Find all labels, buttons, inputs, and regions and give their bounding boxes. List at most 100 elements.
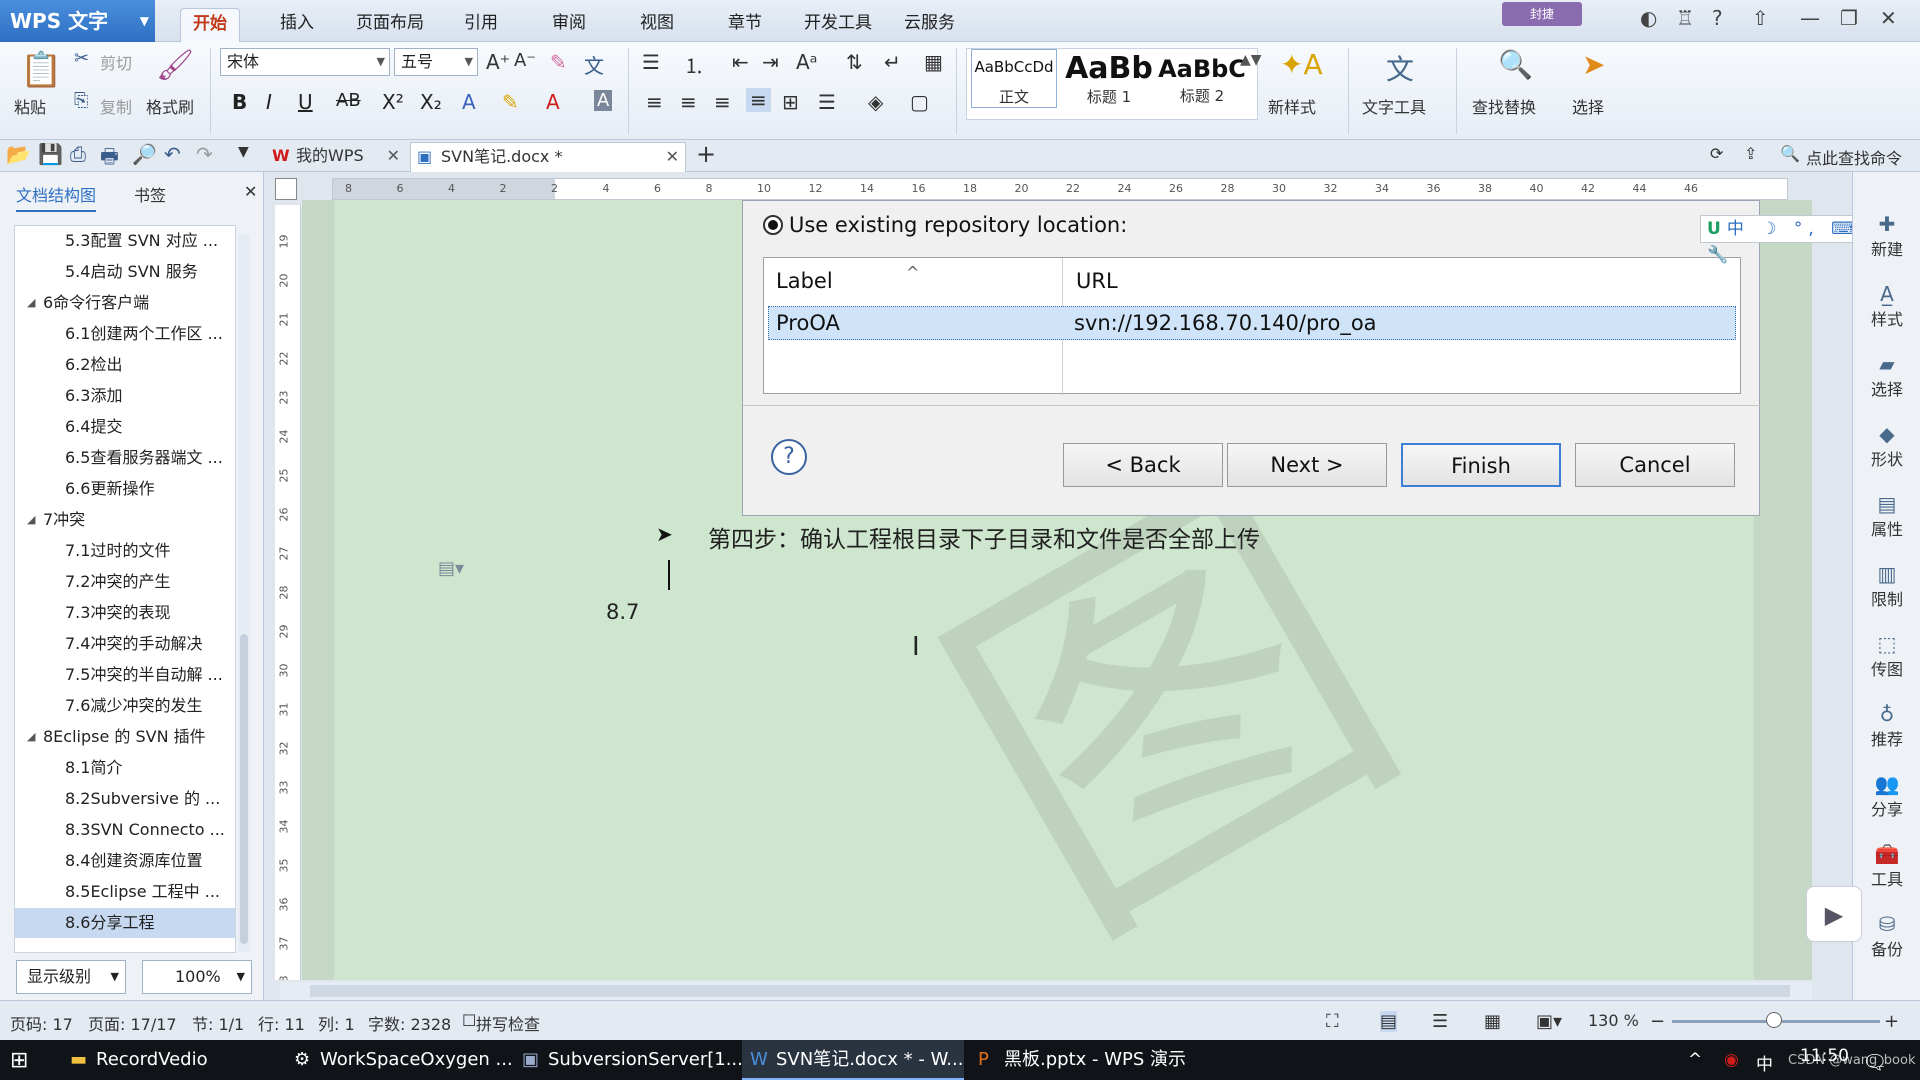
taskbar-item-wps-writer[interactable]: W SVN笔记.docx * - W... bbox=[742, 1040, 964, 1080]
close-icon[interactable]: ✕ bbox=[1880, 6, 1897, 30]
outline-item[interactable]: 7.5冲突的半自动解 ... bbox=[15, 660, 235, 690]
copy-icon[interactable]: ⎘ bbox=[74, 90, 88, 111]
restore-icon[interactable]: ❐ bbox=[1840, 6, 1858, 30]
char-shading-icon[interactable]: A bbox=[594, 90, 613, 111]
outline-item[interactable]: 7.3冲突的表现 bbox=[15, 598, 235, 628]
document-canvas[interactable]: 图 Use existing repository location: Labe… bbox=[302, 200, 1812, 980]
grow-font-icon[interactable]: A⁺ bbox=[486, 50, 510, 74]
reading-view-icon[interactable]: ▣▾ bbox=[1536, 1011, 1562, 1032]
outline-view-icon[interactable]: ☰ bbox=[1432, 1011, 1448, 1032]
taskbar-item-recordvedio[interactable]: ▬ RecordVedio bbox=[62, 1040, 280, 1080]
skin-icon[interactable]: ◐ bbox=[1640, 6, 1657, 30]
doc-tab-svn-notes[interactable]: ▣ SVN笔记.docx * ✕ bbox=[410, 142, 686, 172]
table-icon[interactable]: ▦ bbox=[924, 50, 943, 74]
customize-qa-icon[interactable]: ▼ bbox=[238, 144, 249, 160]
export-pdf-icon[interactable]: ⎙ bbox=[70, 142, 86, 166]
sidebar-properties[interactable]: ▤ 属性 bbox=[1853, 492, 1920, 540]
taskbar-item-subversion[interactable]: ▣ SubversionServer[1... bbox=[514, 1040, 743, 1080]
tab-home[interactable]: 开始 bbox=[180, 8, 240, 42]
borders-icon[interactable]: ▢ bbox=[910, 90, 929, 114]
copy-button[interactable]: 复制 bbox=[100, 94, 132, 118]
tab-chapter[interactable]: 章节 bbox=[716, 8, 774, 42]
shrink-font-icon[interactable]: A⁻ bbox=[514, 50, 536, 71]
distribute-icon[interactable]: ⊞ bbox=[782, 90, 799, 114]
zoom-out-icon[interactable]: − bbox=[1650, 1011, 1665, 1032]
close-icon[interactable]: ✕ bbox=[387, 142, 400, 170]
outline-item[interactable]: 6.6更新操作 bbox=[15, 474, 235, 504]
minimize-icon[interactable]: — bbox=[1800, 6, 1820, 30]
collapse-triangle-icon[interactable]: ◢ bbox=[27, 722, 35, 752]
gallery-scroll-icon[interactable]: ▲▼ bbox=[1240, 52, 1262, 68]
video-play-icon[interactable]: ▶ bbox=[1806, 886, 1862, 942]
tab-cloud[interactable]: 云服务 bbox=[892, 8, 967, 42]
font-size-select[interactable]: 五号 ▼ bbox=[394, 48, 478, 76]
find-replace-button[interactable]: 查找替换 bbox=[1472, 94, 1536, 118]
sync-icon[interactable]: ⟳ bbox=[1710, 144, 1723, 163]
fullscreen-icon[interactable]: ⛶ bbox=[1326, 1011, 1339, 1032]
align-left-icon[interactable]: ≡ bbox=[646, 90, 663, 114]
bold-icon[interactable]: B bbox=[232, 90, 247, 114]
open-folder-icon[interactable]: 📂 bbox=[6, 142, 31, 166]
help-icon[interactable]: ? bbox=[1712, 6, 1723, 30]
command-search-input[interactable]: 点此查找命令 bbox=[1806, 145, 1902, 169]
select-button[interactable]: 选择 bbox=[1572, 94, 1604, 118]
new-style-button[interactable]: 新样式 bbox=[1268, 94, 1316, 118]
tab-view[interactable]: 视图 bbox=[628, 8, 686, 42]
close-icon[interactable]: ✕ bbox=[244, 182, 257, 201]
spellcheck-toggle[interactable]: 拼写检查 bbox=[476, 1011, 540, 1035]
outline-item-selected[interactable]: 8.6分享工程 bbox=[15, 908, 235, 938]
text-tools-icon[interactable]: 文 bbox=[1386, 48, 1414, 88]
taskbar-item-eclipse[interactable]: ⚙ WorkSpaceOxygen ... bbox=[286, 1040, 513, 1080]
clear-format-icon[interactable]: ✎ bbox=[550, 50, 567, 74]
outline-item[interactable]: 8.3SVN Connecto ... bbox=[15, 815, 235, 845]
increase-indent-icon[interactable]: ⇥ bbox=[762, 50, 779, 74]
horizontal-ruler[interactable]: 8 6 4 2 2 4 6 8 10 12 14 16 18 20 22 24 26 28 30 32 34 36 38 40… bbox=[332, 178, 1788, 200]
page-view-icon[interactable]: ▤ bbox=[1380, 1011, 1398, 1032]
sidebar-backup[interactable]: ⛁ 备份 bbox=[1853, 912, 1920, 960]
undo-icon[interactable]: ↶ bbox=[164, 142, 181, 166]
text-tools-button[interactable]: 文字工具 bbox=[1362, 94, 1426, 118]
outline-item[interactable]: 6.1创建两个工作区 ... bbox=[15, 319, 235, 349]
cut-button[interactable]: 剪切 bbox=[100, 50, 132, 74]
style-heading-1[interactable]: AaBb 标题 1 bbox=[1063, 49, 1155, 107]
outline-scrollbar[interactable] bbox=[238, 234, 250, 952]
outline-item[interactable]: ◢ 6命令行客户端 bbox=[15, 288, 235, 318]
shirt-icon[interactable]: ♖ bbox=[1676, 6, 1694, 30]
collapse-triangle-icon[interactable]: ◢ bbox=[27, 288, 35, 318]
highlight-icon[interactable]: ✎ bbox=[502, 90, 519, 114]
numbered-list-icon[interactable]: ⒈ bbox=[684, 50, 704, 79]
spellcheck-checkbox-icon[interactable]: ☐ bbox=[462, 1011, 476, 1030]
sidebar-restrict[interactable]: ▥ 限制 bbox=[1853, 562, 1920, 610]
align-center-icon[interactable]: ≡ bbox=[680, 90, 697, 114]
tray-clock[interactable]: 11:50 bbox=[1800, 1046, 1849, 1066]
scissors-icon[interactable]: ✂ bbox=[74, 48, 89, 69]
new-tab-icon[interactable]: + bbox=[696, 140, 716, 168]
align-right-icon[interactable]: ≡ bbox=[714, 90, 731, 114]
font-family-select[interactable]: 宋体 ▼ bbox=[220, 48, 390, 76]
style-normal[interactable]: AaBbCcDd 正文 bbox=[971, 49, 1057, 108]
windows-start-icon[interactable]: ⊞ bbox=[10, 1048, 28, 1073]
outline-item[interactable]: 8.2Subversive 的 ... bbox=[15, 784, 235, 814]
outline-item[interactable]: 6.2检出 bbox=[15, 350, 235, 380]
outline-item[interactable]: ◢ 7冲突 bbox=[15, 505, 235, 535]
paragraph-handle-icon[interactable]: ▤▾ bbox=[438, 558, 464, 579]
outline-zoom-select[interactable]: 100% ▼ bbox=[142, 960, 252, 994]
document-page[interactable]: 图 Use existing repository location: Labe… bbox=[334, 200, 1761, 980]
outline-item[interactable]: 7.4冲突的手动解决 bbox=[15, 629, 235, 659]
display-level-select[interactable]: 显示级别 ▼ bbox=[16, 960, 126, 994]
phonetic-icon[interactable]: 文 bbox=[584, 50, 604, 79]
zoom-slider-thumb[interactable] bbox=[1766, 1012, 1782, 1028]
paragraph-number[interactable]: 8.7 bbox=[606, 600, 639, 624]
format-painter-button[interactable]: 格式刷 bbox=[146, 94, 194, 118]
decrease-indent-icon[interactable]: ⇤ bbox=[732, 50, 749, 74]
line-spacing-icon[interactable]: ☰ bbox=[818, 90, 836, 114]
save-icon[interactable]: 💾 bbox=[38, 142, 63, 166]
tab-developer[interactable]: 开发工具 bbox=[792, 8, 884, 42]
outline-item[interactable]: 5.4启动 SVN 服务 bbox=[15, 257, 235, 287]
new-style-icon[interactable]: ✦A bbox=[1280, 48, 1323, 81]
share-icon[interactable]: ⇪ bbox=[1744, 144, 1757, 163]
web-view-icon[interactable]: ▦ bbox=[1484, 1011, 1501, 1032]
outline-item[interactable]: 8.1简介 bbox=[15, 753, 235, 783]
tray-expand-icon[interactable]: ^ bbox=[1688, 1050, 1702, 1070]
italic-icon[interactable]: I bbox=[266, 90, 272, 114]
